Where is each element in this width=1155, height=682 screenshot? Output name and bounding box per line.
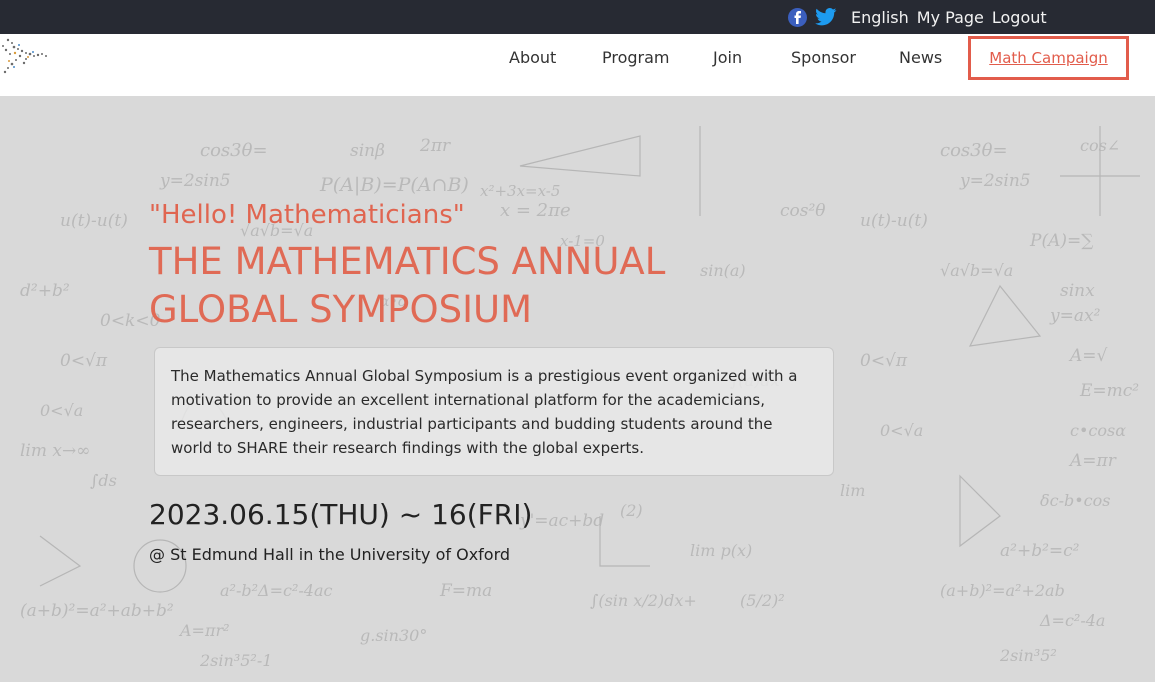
twitter-icon[interactable]: [815, 8, 837, 26]
language-link[interactable]: English: [851, 8, 909, 27]
svg-text:δc-b•cos: δc-b•cos: [1040, 491, 1110, 510]
svg-text:√a√b=√a: √a√b=√a: [940, 261, 1013, 280]
utility-links: English My Page Logout: [788, 6, 1055, 28]
svg-text:∫ds: ∫ds: [90, 471, 117, 490]
hero-title: THE MATHEMATICS ANNUAL GLOBAL SYMPOSIUM: [149, 240, 666, 331]
svg-text:2sin³5²-1: 2sin³5²-1: [199, 651, 272, 670]
svg-text:P(A)=∑: P(A)=∑: [1029, 231, 1093, 251]
svg-text:A=πr: A=πr: [1068, 451, 1117, 471]
site-logo[interactable]: [0, 34, 50, 80]
svg-text:x²+3x=x-5: x²+3x=x-5: [480, 182, 560, 200]
svg-text:x = 2πe: x = 2πe: [500, 200, 571, 221]
svg-text:y=2sin5: y=2sin5: [959, 171, 1031, 191]
svg-text:cos3θ=: cos3θ=: [200, 140, 268, 161]
svg-text:(a+b)²=a²+2ab: (a+b)²=a²+2ab: [940, 581, 1065, 600]
svg-text:a²+b²=c²: a²+b²=c²: [1000, 541, 1080, 561]
hero-section: cos3θ= y=2sin5 sinβ 2πr P(A|B)=P(A∩B) x²…: [0, 96, 1155, 682]
svg-text:u(t)-u(t): u(t)-u(t): [60, 211, 128, 231]
nav-join[interactable]: Join: [713, 48, 742, 76]
svg-text:cos²θ: cos²θ: [780, 201, 826, 221]
hero-greeting: "Hello! Mathematicians": [149, 200, 465, 230]
svg-text:lim p(x): lim p(x): [690, 541, 752, 560]
svg-text:y=ax²: y=ax²: [1049, 306, 1101, 326]
svg-text:lim x→∞: lim x→∞: [20, 441, 90, 461]
svg-text:A=√: A=√: [1068, 346, 1108, 366]
svg-text:0<√π: 0<√π: [60, 351, 108, 371]
logout-link[interactable]: Logout: [992, 8, 1047, 27]
svg-text:(5/2)²: (5/2)²: [740, 591, 785, 610]
svg-text:cos3θ=: cos3θ=: [940, 140, 1008, 161]
nav-news[interactable]: News: [899, 48, 942, 76]
svg-text:A=πr²: A=πr²: [178, 621, 230, 640]
nav-program[interactable]: Program: [602, 48, 670, 76]
event-venue: @ St Edmund Hall in the University of Ox…: [149, 545, 511, 564]
nav-about[interactable]: About: [509, 48, 556, 76]
svg-text:a²-b²Δ=c²-4ac: a²-b²Δ=c²-4ac: [220, 581, 332, 600]
svg-text:0<√π: 0<√π: [860, 351, 908, 371]
svg-text:F=ma: F=ma: [439, 581, 492, 601]
nav-sponsor[interactable]: Sponsor: [791, 48, 856, 76]
svg-text:0<√a: 0<√a: [880, 421, 923, 440]
nav-math-campaign-button[interactable]: Math Campaign: [968, 36, 1129, 80]
svg-text:2πr: 2πr: [419, 136, 451, 156]
svg-text:g.sin30°: g.sin30°: [360, 626, 427, 645]
svg-text:P(A|B)=P(A∩B): P(A|B)=P(A∩B): [319, 174, 469, 196]
main-navbar: About Program Join Sponsor News Math Cam…: [0, 34, 1155, 96]
svg-text:Δ=c²-4a: Δ=c²-4a: [1039, 611, 1105, 630]
svg-text:(a+b)²=a²+ab+b²: (a+b)²=a²+ab+b²: [20, 601, 174, 621]
svg-text:0<√a: 0<√a: [40, 401, 83, 420]
svg-text:E=mc²: E=mc²: [1079, 381, 1139, 401]
svg-text:y=2sin5: y=2sin5: [159, 171, 231, 191]
svg-text:(2): (2): [620, 501, 643, 520]
event-date: 2023.06.15(THU) ~ 16(FRI): [149, 498, 533, 531]
my-page-link[interactable]: My Page: [917, 8, 984, 27]
svg-text:∫(sin x/2)dx+: ∫(sin x/2)dx+: [590, 591, 697, 610]
svg-text:u(t)-u(t): u(t)-u(t): [860, 211, 928, 231]
facebook-icon[interactable]: [788, 7, 807, 27]
svg-text:sinβ: sinβ: [350, 141, 385, 161]
hero-description: The Mathematics Annual Global Symposium …: [154, 347, 834, 476]
svg-text:2sin³5²: 2sin³5²: [999, 646, 1057, 665]
svg-text:sinx: sinx: [1060, 281, 1095, 301]
top-utility-bar: English My Page Logout: [0, 0, 1155, 34]
svg-text:lim: lim: [840, 481, 865, 500]
svg-text:d²+b²: d²+b²: [20, 281, 70, 301]
svg-text:c•cosα: c•cosα: [1070, 421, 1126, 440]
